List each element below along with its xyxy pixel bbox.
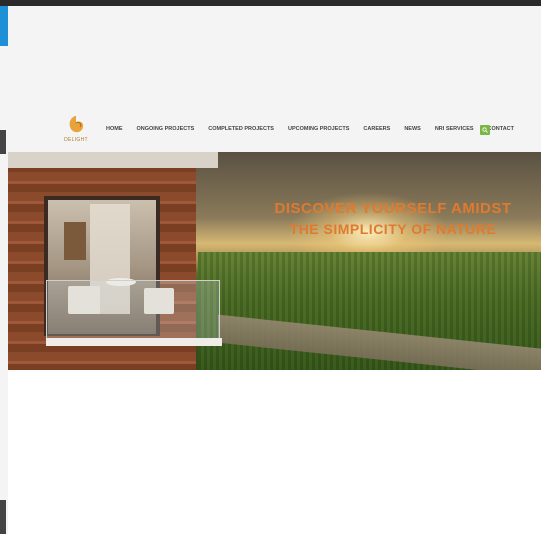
search-button[interactable] [480,125,490,135]
site-logo[interactable]: DELIGHT [54,114,98,150]
logo-text: DELIGHT [64,137,88,143]
hero-headline-line1: DISCOVER YOURSELF AMIDST [274,200,512,217]
browser-top-bar [0,0,541,46]
search-icon [482,127,488,133]
building-ledge [8,152,218,168]
content-area [8,370,541,534]
nav-item-news[interactable]: NEWS [404,126,421,132]
hero-headline-line2: THE SIMPLICITY OF NATURE [289,221,497,237]
hero-headline: DISCOVER YOURSELF AMIDST THE SIMPLICITY … [258,200,528,237]
left-edge-marker-bottom [0,500,6,534]
nav-item-home[interactable]: HOME [106,126,123,132]
nav-item-upcoming-projects[interactable]: UPCOMING PROJECTS [288,126,349,132]
nav-item-contact[interactable]: CONTACT [488,126,514,132]
browser-blue-tab [0,6,8,46]
nav-item-nri-services[interactable]: NRI SERVICES [435,126,474,132]
glass-railing [46,280,220,340]
nav-item-ongoing-projects[interactable]: ONGOING PROJECTS [137,126,195,132]
logo-mark-icon [69,116,84,133]
main-nav: HOME ONGOING PROJECTS COMPLETED PROJECTS… [106,126,528,132]
nav-item-careers[interactable]: CAREERS [363,126,390,132]
balcony-slab [46,338,222,346]
hero-banner: DISCOVER YOURSELF AMIDST THE SIMPLICITY … [8,152,541,370]
nav-item-completed-projects[interactable]: COMPLETED PROJECTS [208,126,274,132]
wall-picture [64,222,86,260]
left-edge-marker [0,130,6,154]
site-header: DELIGHT HOME ONGOING PROJECTS COMPLETED … [8,108,541,152]
